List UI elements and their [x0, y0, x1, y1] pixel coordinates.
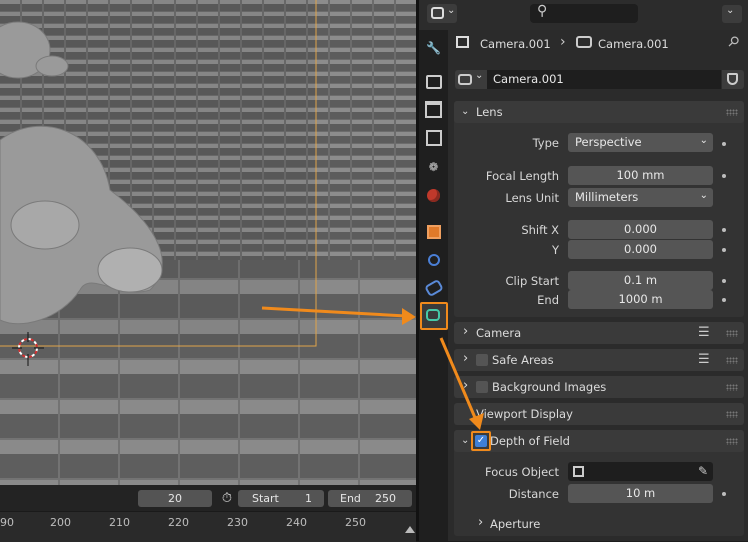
tutorial-annotations [261, 306, 484, 430]
arrow-right-icon [261, 306, 416, 325]
arrow-down-icon [439, 337, 484, 430]
